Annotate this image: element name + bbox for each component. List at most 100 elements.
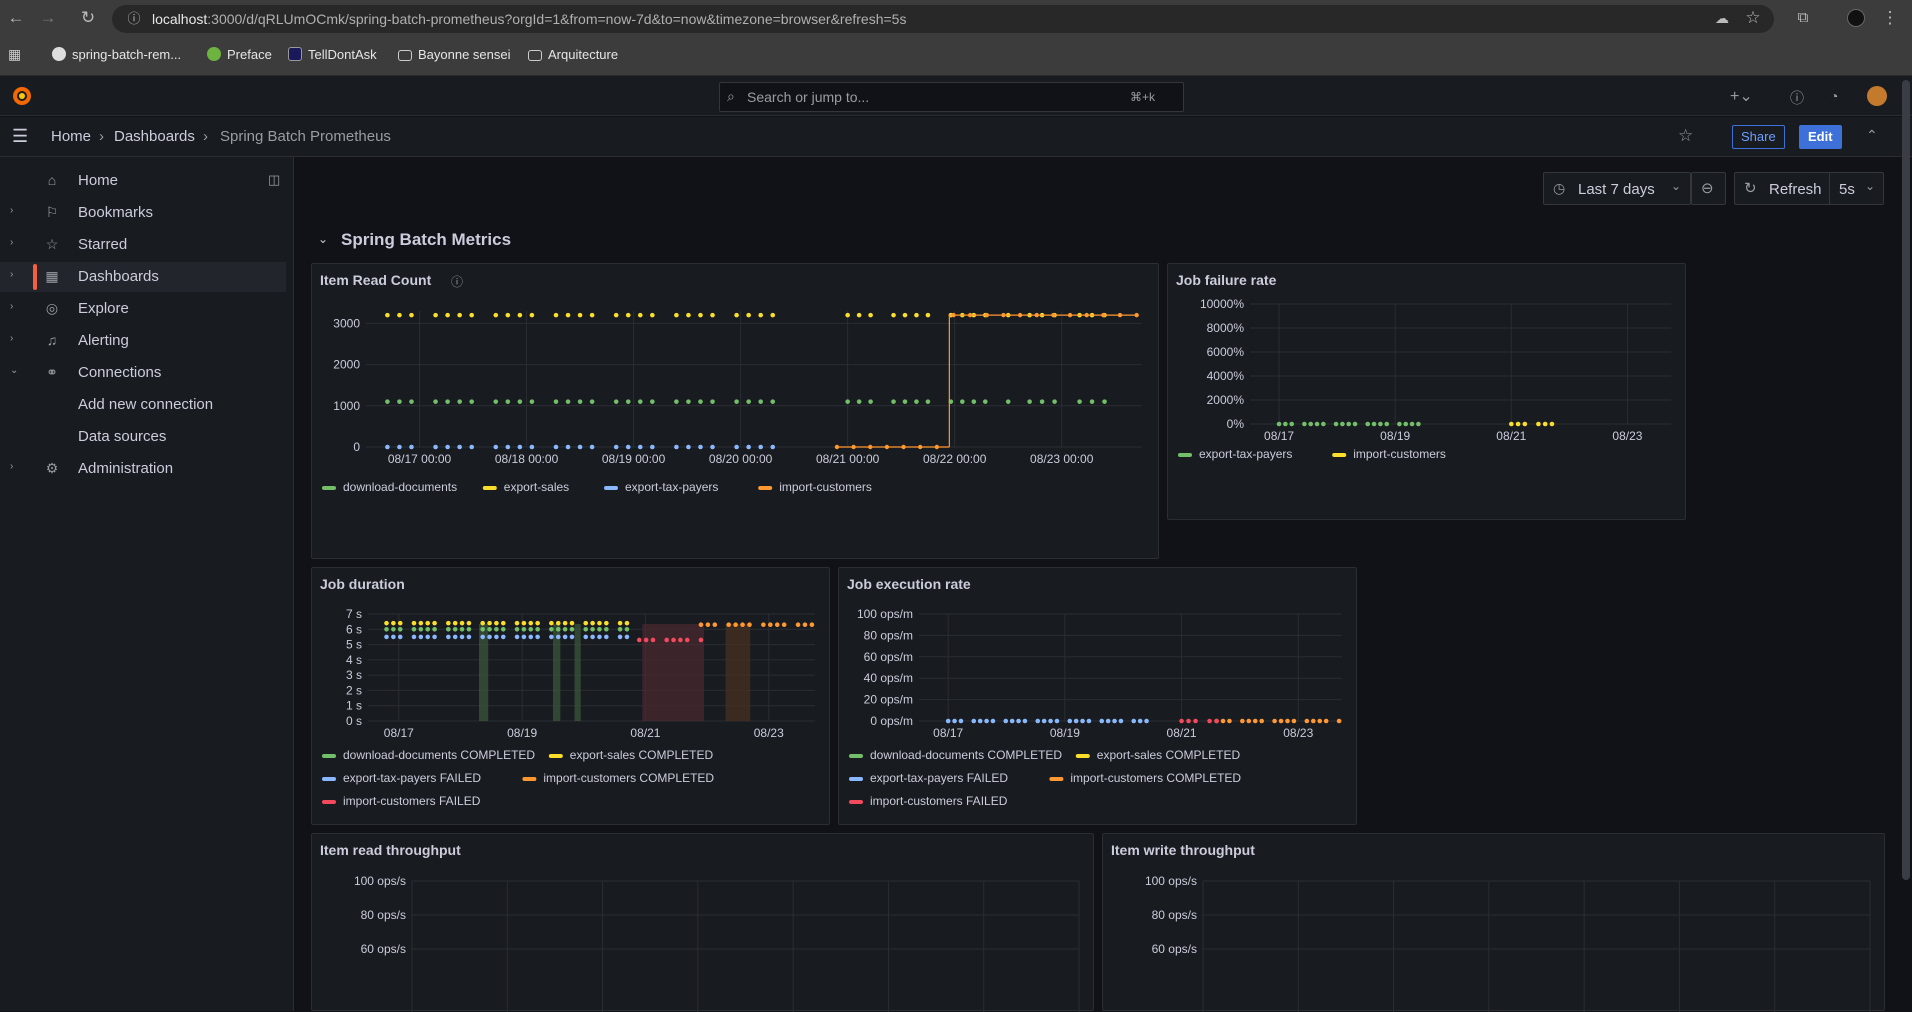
zoom-out-button[interactable]: ⊖ bbox=[1691, 172, 1726, 205]
data-point bbox=[459, 620, 465, 626]
data-point bbox=[433, 399, 438, 404]
data-point bbox=[951, 312, 956, 318]
sidebar-item-bookmarks[interactable]: › ⚐ Bookmarks bbox=[0, 198, 286, 228]
panel-item-write-throughput[interactable]: Item write throughput 60 ops/s 80 ops/s 10… bbox=[1102, 833, 1885, 1012]
refresh-button[interactable]: ↻ Refresh bbox=[1734, 172, 1838, 205]
profile-avatar[interactable] bbox=[1847, 9, 1865, 27]
breadcrumb-home[interactable]: Home bbox=[51, 128, 91, 145]
bookmark-icon: ⚐ bbox=[45, 204, 59, 220]
url-text[interactable]: localhost:3000/d/qRLUmOCmk/spring-batch-… bbox=[152, 11, 906, 27]
data-point bbox=[1080, 718, 1085, 724]
back-icon[interactable]: ← bbox=[6, 8, 26, 28]
collapse-icon[interactable]: ⌃ bbox=[1866, 127, 1878, 144]
data-point bbox=[432, 634, 437, 640]
forward-icon[interactable]: → bbox=[38, 8, 58, 28]
panel-job-execution-rate[interactable]: Job execution rate 0 ops/m 20 ops/m 40 ops… bbox=[838, 567, 1357, 825]
data-point bbox=[868, 399, 873, 404]
data-point bbox=[758, 312, 763, 318]
sidebar-item-dashboards[interactable]: › ▦ Dashboards bbox=[0, 262, 286, 292]
cloud-icon[interactable]: ☁ bbox=[1712, 8, 1732, 28]
star-icon: ☆ bbox=[45, 236, 59, 252]
extensions-icon[interactable]: ⧉ bbox=[1793, 8, 1813, 28]
data-point bbox=[971, 399, 977, 404]
chevron-right-icon[interactable]: › bbox=[10, 333, 13, 344]
breadcrumb-dashboards[interactable]: Dashboards bbox=[114, 128, 195, 145]
user-avatar[interactable] bbox=[1867, 86, 1887, 106]
data-point bbox=[565, 399, 571, 404]
panel-item-read-count[interactable]: Item Read Count ⓘ 0 1000 2000 3000 08/17 00:… bbox=[311, 263, 1159, 559]
sidebar-item-data-sources[interactable]: Data sources bbox=[0, 422, 286, 452]
data-point bbox=[1302, 421, 1307, 427]
data-point bbox=[637, 444, 643, 450]
sidebar-item-alerting[interactable]: › ♫ Alerting bbox=[0, 326, 286, 356]
chevron-right-icon[interactable]: › bbox=[10, 237, 13, 248]
data-point bbox=[480, 620, 485, 626]
bookmark-item[interactable]: spring-batch-rem... bbox=[52, 47, 181, 62]
bookmark-folder[interactable]: Arquitecture bbox=[528, 47, 618, 62]
y-tick-label: 80 ops/s bbox=[361, 908, 406, 922]
sidebar-item-administration[interactable]: › ⚙ Administration bbox=[0, 454, 286, 484]
help-icon[interactable]: ⓘ bbox=[1790, 88, 1804, 108]
data-point bbox=[409, 399, 414, 404]
y-tick-label: 7 s bbox=[346, 607, 362, 621]
chevron-right-icon[interactable]: › bbox=[10, 461, 13, 472]
data-point bbox=[500, 634, 506, 640]
site-info-icon[interactable]: ⓘ bbox=[124, 9, 144, 29]
data-point bbox=[625, 312, 631, 318]
data-point bbox=[758, 399, 763, 404]
panel-item-read-throughput[interactable]: Item read throughput 60 ops/s 80 ops/s 100… bbox=[311, 833, 1094, 1012]
legend-label: export-sales COMPLETED bbox=[570, 748, 714, 762]
data-point bbox=[967, 312, 973, 318]
sidebar-item-label: Add new connection bbox=[78, 396, 214, 413]
sidebar-item-explore[interactable]: › ◎ Explore bbox=[0, 294, 286, 324]
bookmark-item[interactable]: TellDontAsk bbox=[288, 47, 377, 62]
data-point bbox=[795, 622, 801, 627]
bookmarks-bar bbox=[0, 38, 1912, 76]
news-icon[interactable]: ◔ bbox=[1830, 88, 1838, 104]
time-range-picker[interactable]: ◷ Last 7 days ⌄ bbox=[1543, 172, 1691, 205]
x-tick-label: 08/23 bbox=[1612, 429, 1642, 443]
data-point bbox=[514, 620, 520, 626]
data-point bbox=[535, 620, 540, 626]
chevron-right-icon[interactable]: › bbox=[10, 205, 13, 216]
kebab-menu-icon[interactable]: ⋮ bbox=[1880, 8, 1900, 28]
share-button[interactable]: Share bbox=[1732, 125, 1785, 149]
row-title[interactable]: Spring Batch Metrics bbox=[341, 230, 511, 250]
data-point bbox=[466, 626, 472, 632]
data-point bbox=[625, 399, 631, 404]
grafana-logo-icon[interactable] bbox=[11, 85, 33, 107]
sidebar-item-add-new-connection[interactable]: Add new connection bbox=[0, 390, 286, 420]
bookmark-star-icon[interactable]: ☆ bbox=[1743, 8, 1763, 28]
data-point bbox=[1131, 718, 1137, 724]
panel-job-duration[interactable]: Job duration 0 s1 s2 s3 s4 s5 s6 s7 s 08/… bbox=[311, 567, 830, 825]
data-point bbox=[469, 312, 474, 318]
panel-job-failure-rate[interactable]: Job failure rate 0% 2000% 4000% 6000% 8000% 1… bbox=[1167, 263, 1686, 520]
apps-grid-icon[interactable]: ▦ bbox=[8, 46, 21, 63]
bookmark-item[interactable]: Preface bbox=[207, 47, 272, 62]
add-new-icon[interactable]: +⌄ bbox=[1730, 86, 1753, 106]
chevron-right-icon: › bbox=[99, 128, 104, 145]
edit-button[interactable]: Edit bbox=[1799, 125, 1842, 149]
legend-swatch bbox=[1332, 453, 1347, 457]
mark-favorite-icon[interactable]: ☆ bbox=[1678, 126, 1693, 146]
sidebar-item-home[interactable]: ⌂ Home bbox=[0, 166, 286, 196]
sidebar-item-starred[interactable]: › ☆ Starred bbox=[0, 230, 286, 260]
refresh-interval-picker[interactable]: 5s ⌄ bbox=[1829, 172, 1884, 205]
data-point bbox=[1067, 718, 1073, 724]
data-point bbox=[432, 626, 437, 632]
menu-toggle-icon[interactable]: ☰ bbox=[12, 126, 28, 147]
page-scrollbar[interactable] bbox=[1902, 80, 1910, 880]
bookmark-folder[interactable]: Bayonne sensei bbox=[398, 47, 511, 62]
chevron-right-icon[interactable]: › bbox=[10, 269, 13, 280]
chevron-down-icon[interactable]: ⌄ bbox=[10, 365, 18, 376]
reload-icon[interactable]: ↻ bbox=[78, 8, 98, 28]
y-tick-label: 1 s bbox=[346, 699, 362, 713]
data-point bbox=[1536, 421, 1541, 427]
data-point bbox=[674, 312, 679, 318]
x-tick-label: 08/17 bbox=[384, 726, 414, 740]
data-point bbox=[1102, 399, 1107, 404]
sidebar-item-connections[interactable]: ⌄ ⚭ Connections bbox=[0, 358, 286, 388]
row-collapse-icon[interactable]: ⌄ bbox=[318, 232, 328, 246]
chevron-right-icon[interactable]: › bbox=[10, 301, 13, 312]
data-point bbox=[457, 399, 462, 404]
